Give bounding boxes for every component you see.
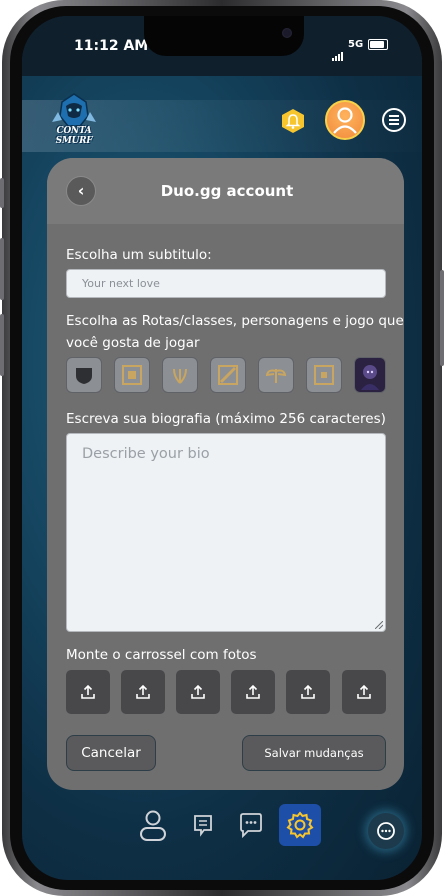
upload-photo-button-5[interactable]: [286, 670, 330, 714]
settings-icon[interactable]: [279, 804, 321, 846]
chat-bubble-icon: [377, 822, 395, 840]
carousel-label: Monte o carrossel com fotos: [66, 647, 257, 663]
upload-icon: [191, 684, 205, 699]
bottom-nav: [22, 798, 422, 858]
messages-icon[interactable]: [230, 804, 272, 846]
logo-text: CONTA SMURF: [55, 126, 93, 146]
champion-portrait-icon[interactable]: [354, 357, 386, 393]
camera-icon: [282, 28, 292, 38]
network-type: 5G: [348, 39, 364, 50]
volume-down-button: [0, 314, 4, 376]
menu-icon[interactable]: [382, 108, 406, 132]
resize-grip-icon[interactable]: [375, 621, 383, 629]
screen: 11:12 AM 5G CONTA SMURF ‹ Duo.gg account…: [22, 16, 422, 880]
user-avatar[interactable]: [325, 100, 365, 140]
photo-carousel: [66, 670, 386, 714]
action-button: [0, 178, 4, 208]
volume-up-button: [0, 238, 4, 300]
subtitle-input[interactable]: Your next love: [66, 269, 386, 298]
upload-icon: [357, 684, 371, 699]
chat-fab-button[interactable]: [368, 813, 404, 849]
notification-bell-icon[interactable]: [280, 108, 306, 134]
upload-icon: [136, 684, 150, 699]
phone-frame: 11:12 AM 5G CONTA SMURF ‹ Duo.gg account…: [0, 0, 444, 896]
status-time: 11:12 AM: [74, 38, 149, 54]
power-button: [440, 270, 444, 366]
battery-icon: [368, 39, 388, 50]
slash-role-icon[interactable]: [210, 357, 246, 393]
account-panel: ‹ Duo.gg account Escolha um subtitulo: Y…: [47, 158, 404, 790]
upload-photo-button-1[interactable]: [66, 670, 110, 714]
square-role-icon-2[interactable]: [306, 357, 342, 393]
square-role-icon[interactable]: [114, 357, 150, 393]
bio-textarea[interactable]: Describe your bio: [66, 433, 386, 632]
bio-label: Escreva sua biografia (máximo 256 caract…: [66, 411, 386, 427]
roles-selector: [66, 357, 386, 399]
back-button[interactable]: ‹: [66, 176, 96, 206]
upload-photo-button-4[interactable]: [231, 670, 275, 714]
profile-icon[interactable]: [132, 804, 174, 846]
upload-photo-button-2[interactable]: [121, 670, 165, 714]
bio-placeholder: Describe your bio: [82, 446, 210, 462]
leaves-role-icon[interactable]: [162, 357, 198, 393]
person-icon: [333, 107, 357, 134]
roles-label-line2: você gosta de jogar: [66, 335, 200, 351]
status-bar: 11:12 AM 5G: [22, 16, 422, 76]
panel-title: Duo.gg account: [160, 182, 294, 200]
wings-role-icon[interactable]: [258, 357, 294, 393]
receipt-icon[interactable]: [182, 804, 224, 846]
shield-role-icon[interactable]: [66, 357, 102, 393]
upload-icon: [246, 684, 260, 699]
app-logo[interactable]: CONTA SMURF: [44, 92, 104, 146]
signal-icon: [332, 42, 344, 61]
dynamic-island: [144, 16, 304, 56]
subtitle-label: Escolha um subtitulo:: [66, 247, 212, 263]
upload-photo-button-3[interactable]: [176, 670, 220, 714]
upload-photo-button-6[interactable]: [342, 670, 386, 714]
roles-label-line1: Escolha as Rotas/classes, personagens e …: [66, 313, 404, 329]
cancel-button[interactable]: Cancelar: [66, 735, 156, 771]
upload-icon: [301, 684, 315, 699]
upload-icon: [81, 684, 95, 699]
save-changes-button[interactable]: Salvar mudanças: [242, 735, 386, 771]
